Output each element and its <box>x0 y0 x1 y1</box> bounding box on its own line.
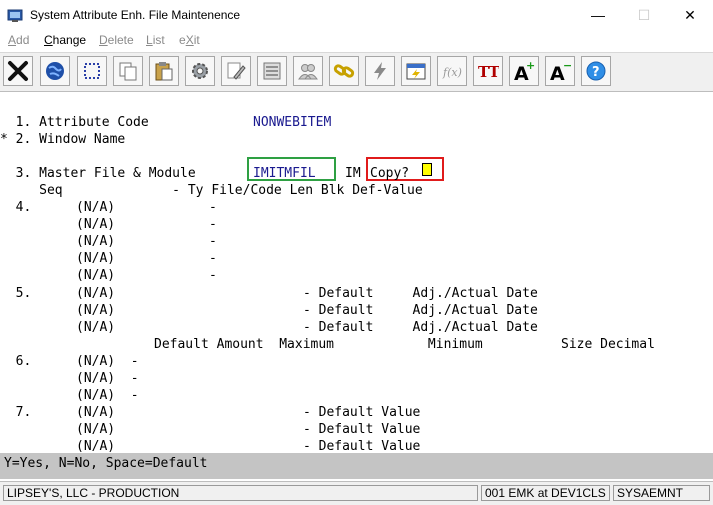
close-x-button[interactable] <box>3 56 33 86</box>
users-button[interactable] <box>293 56 323 86</box>
list-item: (N/A) - Default Value <box>76 422 421 437</box>
help-icon: ? <box>586 61 606 81</box>
edit-icon <box>227 62 246 80</box>
paste-button[interactable] <box>149 56 179 86</box>
select-box-icon <box>84 63 100 79</box>
list-item: (N/A) - <box>76 268 217 283</box>
svg-text:+: + <box>526 60 535 72</box>
copy-button[interactable] <box>113 56 143 86</box>
edit-button[interactable] <box>221 56 251 86</box>
menu-exit[interactable]: eXit <box>179 33 200 47</box>
section-4-number: 4. <box>0 200 32 215</box>
text-style-icon: TT <box>478 63 499 81</box>
field-2-label: * 2. Window Name <box>0 132 126 147</box>
list-item: (N/A) - Default Adj./Actual Date <box>76 303 538 318</box>
section-7-number: 7. <box>0 405 32 420</box>
paste-icon <box>155 62 173 81</box>
program-status: SYSAEMNT <box>613 485 710 501</box>
field-1-label: 1. Attribute Code <box>0 115 149 130</box>
menu-delete[interactable]: Delete <box>99 33 134 47</box>
font-increase-button[interactable]: A + <box>509 56 539 86</box>
svg-text:?: ? <box>592 65 600 80</box>
list-item: (N/A) - Default Value <box>76 405 421 420</box>
globe-icon <box>46 62 64 80</box>
calendar-icon <box>406 63 426 80</box>
window-title: System Attribute Enh. File Maintenence <box>30 8 241 22</box>
section-5-number: 5. <box>0 286 32 301</box>
list-item: (N/A) - <box>76 371 139 386</box>
svg-text:−: − <box>563 60 571 72</box>
module-value: IM <box>345 166 361 181</box>
list-button[interactable] <box>257 56 287 86</box>
text-style-button[interactable]: TT <box>473 56 503 86</box>
chain-link-icon <box>333 64 355 78</box>
app-icon <box>7 9 23 22</box>
list-item: (N/A) - <box>76 251 217 266</box>
font-decrease-button[interactable]: A − <box>545 56 575 86</box>
copy-icon <box>119 62 137 81</box>
close-x-icon <box>8 61 28 81</box>
svg-text:TT: TT <box>478 63 499 81</box>
settings-gear-icon <box>192 63 208 79</box>
function-button[interactable]: f(x) <box>437 56 467 86</box>
copy-input-cursor[interactable] <box>422 163 432 176</box>
company-status: LIPSEY'S, LLC - PRODUCTION <box>3 485 478 501</box>
menu-change[interactable]: Change <box>44 33 86 47</box>
status-bar: LIPSEY'S, LLC - PRODUCTION 001 EMK at DE… <box>0 481 713 505</box>
select-box-button[interactable] <box>77 56 107 86</box>
list-item: (N/A) - <box>76 200 217 215</box>
list-item: (N/A) - <box>76 234 217 249</box>
list-icon <box>263 62 281 80</box>
menu-add[interactable]: Add <box>8 33 29 47</box>
maximize-button[interactable]: ☐ <box>621 0 667 31</box>
menu-list[interactable]: List <box>146 33 165 47</box>
menu-bar: Add Change Delete List eXit <box>0 31 713 51</box>
lightning-icon <box>374 62 386 80</box>
svg-text:f(x): f(x) <box>442 66 462 79</box>
list-item: (N/A) - <box>76 388 139 403</box>
list-item: (N/A) - Default Adj./Actual Date <box>76 286 538 301</box>
help-line: Y=Yes, N=No, Space=Default <box>0 453 713 479</box>
minimize-button[interactable]: — <box>575 0 621 31</box>
section-6-header: Default Amount Maximum Minimum Size Deci… <box>154 337 655 352</box>
users-icon <box>298 64 318 80</box>
list-item: (N/A) - <box>76 354 139 369</box>
field-3-label: 3. Master File & Module <box>0 166 196 181</box>
help-button[interactable]: ? <box>581 56 611 86</box>
list-item: (N/A) - <box>76 217 217 232</box>
help-text: Y=Yes, N=No, Space=Default <box>4 456 208 471</box>
title-bar: System Attribute Enh. File Maintenence —… <box>0 0 713 31</box>
link-button[interactable] <box>329 56 359 86</box>
master-file-value[interactable]: IMITMFIL <box>253 165 316 182</box>
close-button[interactable]: ✕ <box>667 0 713 31</box>
attribute-code-value[interactable]: NONWEBITEM <box>253 114 331 131</box>
function-icon: f(x) <box>442 66 462 79</box>
toolbar: f(x) TT A + A − ? <box>0 52 713 92</box>
settings-button[interactable] <box>185 56 215 86</box>
section-4-header: Seq - Ty File/Code Len Blk Def-Value <box>0 183 423 198</box>
font-increase-icon: A+ <box>514 60 535 82</box>
lightning-button[interactable] <box>365 56 395 86</box>
globe-button[interactable] <box>40 56 70 86</box>
font-decrease-icon: A− <box>550 60 571 82</box>
calendar-button[interactable] <box>401 56 431 86</box>
section-6-number: 6. <box>0 354 32 369</box>
list-item: (N/A) - Default Adj./Actual Date <box>76 320 538 335</box>
copy-label: Copy? <box>370 166 410 181</box>
session-status: 001 EMK at DEV1CLS <box>481 485 610 501</box>
